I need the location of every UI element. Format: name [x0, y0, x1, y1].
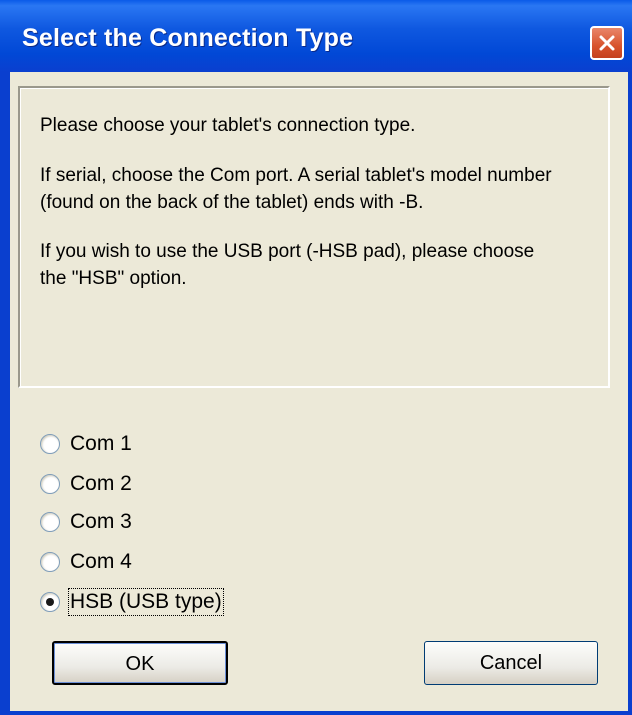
radio-label: Com 1	[70, 432, 132, 455]
radio-label: HSB (USB type)	[68, 588, 224, 616]
ok-button[interactable]: OK	[52, 641, 228, 685]
title-bar[interactable]: Select the Connection Type	[0, 0, 632, 72]
radio-label: Com 4	[70, 550, 132, 573]
instruction-line-3b: the "HSB" option.	[40, 268, 187, 289]
radio-label: Com 2	[70, 472, 132, 495]
instruction-line-1: Please choose your tablet's connection t…	[40, 115, 416, 136]
radio-button[interactable]	[40, 512, 60, 532]
radio-label: Com 3	[70, 510, 132, 533]
instruction-line-2b: (found on the back of the tablet) ends w…	[40, 192, 424, 213]
radio-dot-icon	[46, 598, 54, 606]
cancel-button[interactable]: Cancel	[424, 641, 598, 685]
radio-button[interactable]	[40, 552, 60, 572]
radio-button[interactable]	[40, 474, 60, 494]
radio-button[interactable]	[40, 434, 60, 454]
instruction-line-3a: If you wish to use the USB port (-HSB pa…	[40, 241, 535, 262]
instructions-panel: Please choose your tablet's connection t…	[18, 86, 610, 388]
radio-button-selected[interactable]	[40, 592, 60, 612]
instruction-line-2a: If serial, choose the Com port. A serial…	[40, 165, 552, 186]
close-button[interactable]	[590, 26, 624, 60]
window-title: Select the Connection Type	[22, 24, 354, 52]
